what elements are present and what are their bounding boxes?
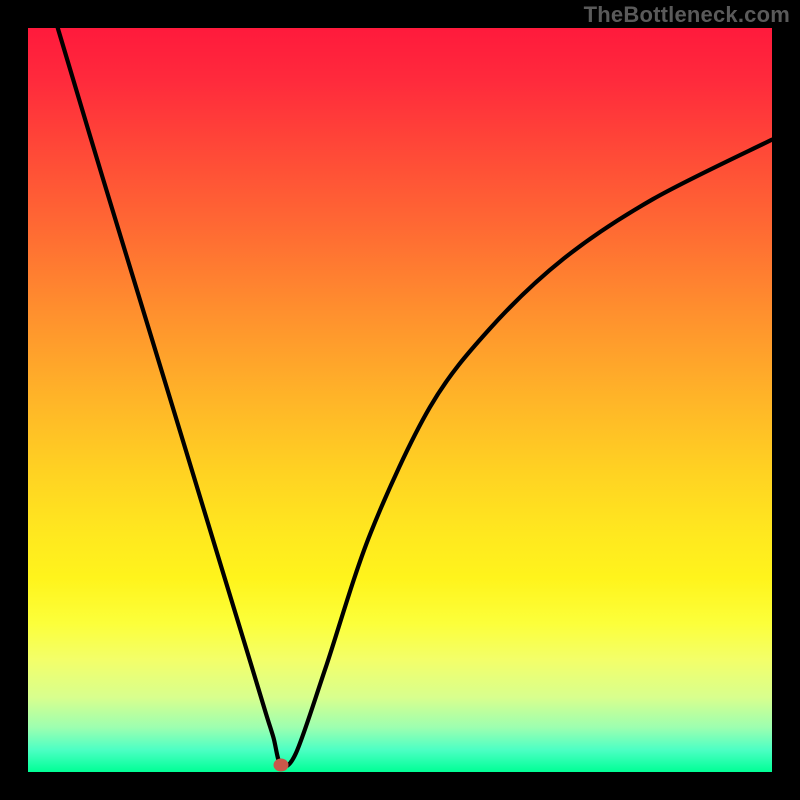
minimum-marker-dot [273, 758, 288, 771]
bottleneck-curve [28, 28, 772, 772]
curve-path [58, 28, 772, 766]
plot-area [28, 28, 772, 772]
watermark-text: TheBottleneck.com [584, 2, 790, 28]
chart-frame: TheBottleneck.com [0, 0, 800, 800]
